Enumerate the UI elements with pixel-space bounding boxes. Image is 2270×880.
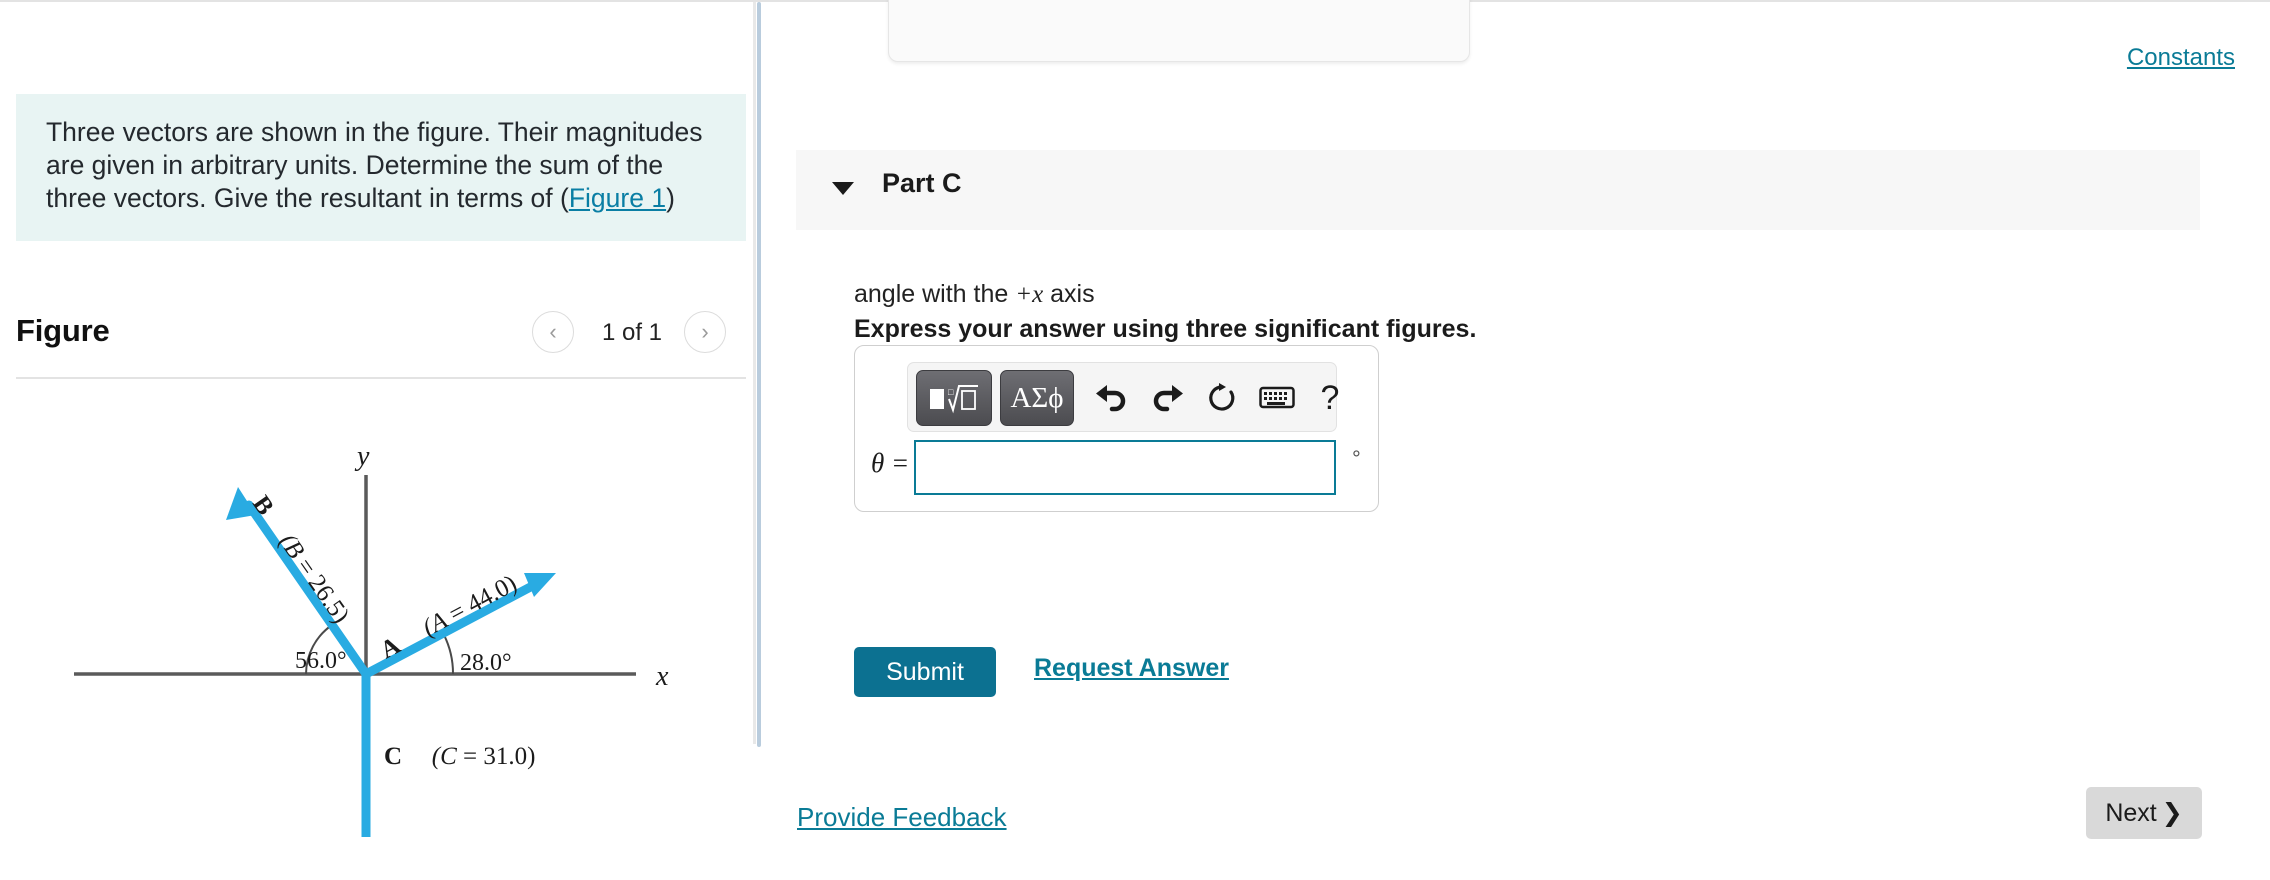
figure-1-link[interactable]: Figure 1	[569, 183, 666, 213]
next-button-label: Next	[2105, 798, 2157, 827]
part-header[interactable]: Part C	[796, 150, 2200, 230]
panel-divider-rule	[753, 2, 756, 744]
previous-part-box	[888, 0, 1470, 62]
angle-arc-a	[442, 632, 455, 675]
figure-prev-button[interactable]: ‹	[532, 311, 574, 353]
panel-divider-scrollbar[interactable]	[757, 2, 761, 747]
greek-symbols-label: ΑΣϕ	[1010, 381, 1064, 414]
figure-counter: 1 of 1	[601, 319, 663, 346]
question-text: angle with the +x axis	[854, 280, 1095, 309]
x-axis-label: x	[655, 661, 669, 692]
caret-down-icon[interactable]	[832, 182, 854, 195]
part-title: Part C	[882, 168, 962, 198]
angle-label-b: 56.0°	[295, 648, 347, 674]
figure-title: Figure	[16, 313, 110, 348]
problem-statement-text: Three vectors are shown in the figure. T…	[46, 116, 716, 215]
provide-feedback-link[interactable]: Provide Feedback	[797, 802, 1007, 833]
math-toolbar: □ ΑΣϕ ?	[907, 362, 1339, 432]
keyboard-icon[interactable]	[1253, 376, 1301, 420]
answer-unit-label: °	[1352, 446, 1361, 471]
vector-b-label: B⃗ (B = 26.5)	[247, 491, 354, 628]
question-variable: +x	[1015, 281, 1044, 308]
greek-symbols-button[interactable]: ΑΣϕ	[1000, 370, 1074, 426]
problem-page: Three vectors are shown in the figure. T…	[0, 0, 2270, 880]
submit-button[interactable]: Submit	[854, 647, 996, 697]
answer-entry-box: □ ΑΣϕ ? θ = °	[854, 345, 1379, 512]
help-button[interactable]: ?	[1306, 376, 1354, 420]
vector-b	[226, 487, 371, 679]
figure-divider	[16, 377, 746, 379]
figure-header: Figure ‹ 1 of 1 ›	[16, 307, 746, 369]
constants-link[interactable]: Constants	[2127, 44, 2235, 72]
answer-input[interactable]	[914, 440, 1336, 495]
vector-c-label: C⃗ (C = 31.0)	[384, 743, 535, 770]
redo-arrow-icon[interactable]	[1143, 376, 1191, 420]
figure-next-button[interactable]: ›	[684, 311, 726, 353]
nth-root-icon: □	[930, 385, 978, 414]
left-panel: Three vectors are shown in the figure. T…	[0, 2, 758, 880]
reset-circular-arrow-icon[interactable]	[1198, 376, 1246, 420]
problem-statement-box: Three vectors are shown in the figure. T…	[16, 94, 746, 241]
math-template-button[interactable]: □	[916, 370, 992, 426]
angle-label-a: 28.0°	[460, 650, 512, 676]
answer-label: θ =	[871, 448, 910, 478]
vector-diagram-svg: x y 56.0° 28.0° B⃗ (B = 26.5) A⃗ (A = 44…	[74, 441, 669, 842]
problem-text-after: )	[666, 183, 675, 213]
request-answer-link[interactable]: Request Answer	[1034, 654, 1229, 683]
sigfig-instruction: Express your answer using three signific…	[854, 315, 1477, 343]
undo-arrow-icon[interactable]	[1088, 376, 1136, 420]
right-panel: Constants Part C angle with the +x axis …	[762, 0, 2270, 880]
svg-text:□: □	[948, 387, 954, 397]
question-prefix: angle with the	[854, 280, 1016, 308]
next-button[interactable]: Next ❯	[2086, 787, 2202, 839]
y-axis-label: y	[354, 441, 370, 472]
svg-text:B⃗ (B = 26.5): B⃗ (B = 26.5)	[247, 491, 354, 628]
question-suffix: axis	[1043, 280, 1095, 308]
chevron-right-icon: ❯	[2161, 799, 2183, 827]
vector-figure: x y 56.0° 28.0° B⃗ (B = 26.5) A⃗ (A = 44…	[16, 387, 746, 842]
